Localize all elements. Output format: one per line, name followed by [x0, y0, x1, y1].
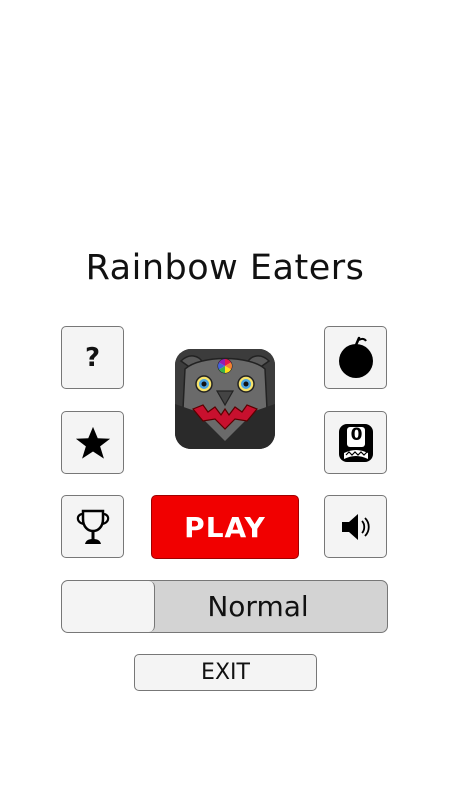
difficulty-label: Normal [207, 590, 309, 623]
bomb-button[interactable] [324, 326, 387, 389]
trophy-icon [76, 509, 109, 544]
bomb-icon [338, 336, 373, 378]
exit-button[interactable]: EXIT [134, 654, 317, 691]
difficulty-toggle[interactable]: Normal [61, 580, 388, 633]
game-logo [175, 349, 275, 449]
help-label: ? [84, 342, 101, 373]
sound-toggle-button[interactable] [324, 495, 387, 558]
favorites-button[interactable] [61, 411, 124, 474]
speaker-icon [341, 513, 370, 540]
leaderboard-count: 0 [350, 425, 363, 445]
achievements-button[interactable] [61, 495, 124, 558]
help-button[interactable]: ? [61, 326, 124, 389]
game-title: Rainbow Eaters [85, 248, 365, 288]
leaderboard-button[interactable]: 0 [324, 411, 387, 474]
difficulty-toggle-knob[interactable] [62, 581, 155, 632]
play-button[interactable]: PLAY [151, 495, 299, 559]
star-icon [75, 426, 110, 459]
